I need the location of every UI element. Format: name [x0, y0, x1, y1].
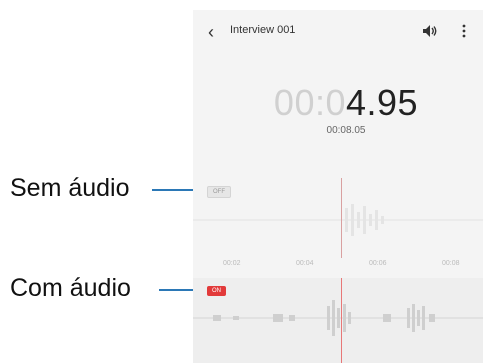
callout-no-audio: Sem áudio	[10, 174, 130, 202]
time-axis: 00:02 00:04 00:06 00:08	[193, 256, 483, 276]
more-vertical-icon	[462, 24, 466, 38]
axis-label: 00:04	[296, 260, 314, 267]
waveform-on-graphic	[193, 300, 483, 336]
waveform-on-track[interactable]	[193, 278, 483, 363]
chevron-left-icon: ‹	[208, 22, 214, 42]
app-header: ‹ Interview 001	[193, 10, 483, 54]
axis-label: 00:02	[223, 260, 241, 267]
recording-title: Interview 001	[230, 24, 296, 36]
total-time: 00:08.05	[326, 125, 366, 136]
elapsed-time: 00:04.95	[261, 82, 431, 124]
axis-label: 00:08	[442, 260, 460, 267]
waveform-off-track[interactable]	[193, 178, 483, 253]
waveform-off-graphic	[193, 204, 483, 236]
voice-recorder-screen: ‹ Interview 001 00:04.95 00:08.05 OFF 00…	[193, 10, 483, 363]
playhead[interactable]	[341, 278, 342, 363]
elapsed-time-bright: 4.95	[346, 82, 419, 123]
track-on-badge[interactable]: ON	[207, 286, 226, 296]
callout-with-audio: Com áudio	[10, 274, 131, 302]
axis-label: 00:06	[369, 260, 387, 267]
playhead-top[interactable]	[341, 178, 342, 258]
speaker-icon	[423, 25, 437, 37]
speaker-button[interactable]	[421, 22, 439, 40]
more-options-button[interactable]	[459, 23, 469, 39]
elapsed-time-dim: 00:0	[273, 82, 346, 123]
track-off-badge[interactable]: OFF	[207, 186, 231, 198]
back-button[interactable]: ‹	[201, 22, 221, 42]
